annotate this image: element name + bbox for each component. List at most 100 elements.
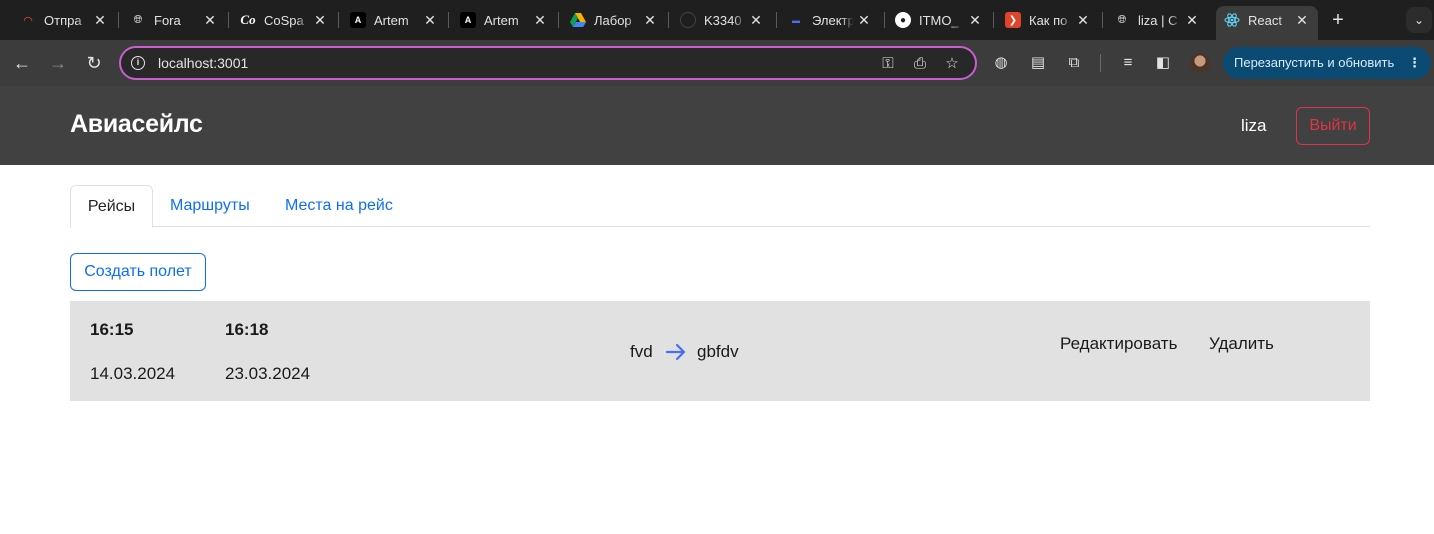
anthropic-icon: A: [350, 12, 366, 28]
tab-divider: [668, 12, 669, 28]
new-tab-icon[interactable]: +: [1328, 10, 1348, 30]
tab-divider: [228, 12, 229, 28]
tab-divider: [776, 12, 777, 28]
relaunch-label: Перезапустить и обновить: [1234, 55, 1395, 70]
tab-title: Электр: [812, 12, 854, 28]
browser-tab[interactable]: 🌐︎ Fora ✕: [130, 8, 218, 32]
tab-seats[interactable]: Места на рейс: [285, 185, 393, 227]
close-icon[interactable]: ✕: [642, 12, 658, 28]
brand-title[interactable]: Авиасейлс: [70, 110, 203, 139]
address-text[interactable]: localhost:3001: [158, 55, 248, 71]
close-icon[interactable]: ✕: [967, 12, 983, 28]
toolbar-divider: [1100, 54, 1101, 72]
react-icon: [1224, 12, 1240, 28]
install-app-icon[interactable]: ⎙: [910, 54, 930, 74]
browser-toolbar: ← → ↻ i localhost:3001 ⚿ ⎙ ☆ ◍ ▤ ⧉ ≡ ◧ П…: [0, 40, 1434, 86]
tab-divider: [558, 12, 559, 28]
create-flight-button[interactable]: Создать полет: [70, 253, 206, 291]
youtube-icon: ❯: [1005, 12, 1021, 28]
browser-tab[interactable]: A Artem ✕: [350, 8, 438, 32]
reload-icon[interactable]: ↻: [83, 52, 105, 74]
extensions-icon[interactable]: ⧉: [1063, 52, 1085, 74]
close-icon[interactable]: ✕: [1075, 12, 1091, 28]
doc-icon: ▬: [792, 15, 800, 25]
destination-city: gbfdv: [697, 342, 739, 361]
tab-title: Artem: [374, 12, 409, 28]
arrival-date: 23.03.2024: [225, 364, 311, 383]
tab-divider: [1102, 12, 1103, 28]
browser-tab[interactable]: Co CoSpa ✕: [240, 8, 328, 32]
github-icon: ●: [895, 12, 911, 28]
close-icon[interactable]: ✕: [1184, 12, 1200, 28]
gauge-icon: ◠: [23, 14, 33, 27]
close-icon[interactable]: ✕: [856, 12, 872, 28]
browser-tab[interactable]: ❯ Как по ✕: [1005, 8, 1091, 32]
arrow-right-icon: [665, 343, 686, 361]
key-icon[interactable]: ⚿: [878, 54, 898, 74]
browser-tab[interactable]: ◠ Отпра ✕: [20, 8, 108, 32]
tab-divider: [884, 12, 885, 28]
back-icon[interactable]: ←: [11, 52, 33, 74]
forward-icon[interactable]: →: [47, 52, 69, 74]
tab-title: CoSpa: [264, 12, 304, 28]
tab-title: ITMO_: [919, 12, 959, 28]
close-icon[interactable]: ✕: [1294, 12, 1310, 28]
globe-icon: 🌐︎: [1117, 13, 1127, 26]
extension-terminal-icon[interactable]: ▤: [1027, 52, 1049, 74]
departure-date: 14.03.2024: [90, 364, 176, 383]
tab-divider: [338, 12, 339, 28]
delete-flight-button[interactable]: Удалить: [1209, 334, 1274, 354]
tab-title: Как по: [1029, 12, 1068, 28]
logout-button[interactable]: Выйти: [1296, 107, 1370, 145]
arrival-time: 16:18: [225, 320, 269, 339]
github-icon: [680, 12, 696, 28]
browser-tab[interactable]: ▬ Электр ✕: [788, 8, 872, 32]
edit-flight-button[interactable]: Редактировать: [1060, 334, 1177, 354]
relaunch-button[interactable]: Перезапустить и обновить ⋮: [1223, 47, 1431, 79]
close-icon[interactable]: ✕: [532, 12, 548, 28]
profile-avatar[interactable]: [1190, 53, 1210, 73]
username: liza: [1241, 116, 1267, 135]
browser-tab[interactable]: ● ITMO_ ✕: [895, 8, 983, 32]
browser-tab[interactable]: Лабор ✕: [570, 8, 658, 32]
anthropic-icon: A: [460, 12, 476, 28]
browser-tab-strip: ◠ Отпра ✕ 🌐︎ Fora ✕ Co CoSpa ✕ A Artem ✕…: [0, 0, 1434, 40]
tab-divider: [118, 12, 119, 28]
section-tabs: Рейсы Маршруты Места на рейс: [70, 185, 1370, 228]
globe-icon: 🌐︎: [133, 13, 143, 26]
media-controls-icon[interactable]: ≡: [1117, 52, 1139, 74]
side-panel-icon[interactable]: ◧: [1152, 52, 1174, 74]
address-bar[interactable]: i localhost:3001 ⚿ ⎙ ☆: [119, 46, 977, 80]
tab-divider: [448, 12, 449, 28]
browser-tab[interactable]: A Artem ✕: [460, 8, 548, 32]
star-icon[interactable]: ☆: [942, 54, 962, 74]
tab-title: Отпра: [44, 12, 82, 28]
chevron-down-icon[interactable]: ⌄: [1406, 7, 1432, 33]
google-drive-icon: [570, 12, 586, 28]
browser-tab[interactable]: K3340 ✕: [680, 8, 764, 32]
tab-flights[interactable]: Рейсы: [70, 185, 153, 228]
tab-title: liza | С: [1138, 12, 1178, 28]
tab-title: Artem: [484, 12, 519, 28]
close-icon[interactable]: ✕: [312, 12, 328, 28]
tab-title: Fora: [154, 12, 181, 28]
close-icon[interactable]: ✕: [202, 12, 218, 28]
close-icon[interactable]: ✕: [92, 12, 108, 28]
departure-time: 16:15: [90, 320, 134, 339]
app-header: Авиасейлс liza Выйти: [0, 86, 1434, 165]
tab-title: React: [1248, 12, 1282, 28]
tab-title: Лабор: [594, 12, 632, 28]
flight-card: 16:15 14.03.2024 16:18 23.03.2024 fvd gb…: [70, 301, 1370, 401]
origin-city: fvd: [630, 342, 653, 361]
more-menu-icon[interactable]: ⋮: [1408, 47, 1421, 79]
tab-routes[interactable]: Маршруты: [170, 185, 250, 227]
tab-divider: [993, 12, 994, 28]
cospace-icon: Co: [240, 12, 256, 27]
tab-title: K3340: [704, 12, 742, 28]
translate-icon[interactable]: ◍: [990, 52, 1012, 74]
close-icon[interactable]: ✕: [422, 12, 438, 28]
browser-tab-active[interactable]: React ✕: [1224, 8, 1310, 32]
site-info-icon[interactable]: i: [131, 56, 145, 70]
browser-tab[interactable]: 🌐︎ liza | С ✕: [1114, 8, 1200, 32]
close-icon[interactable]: ✕: [748, 12, 764, 28]
